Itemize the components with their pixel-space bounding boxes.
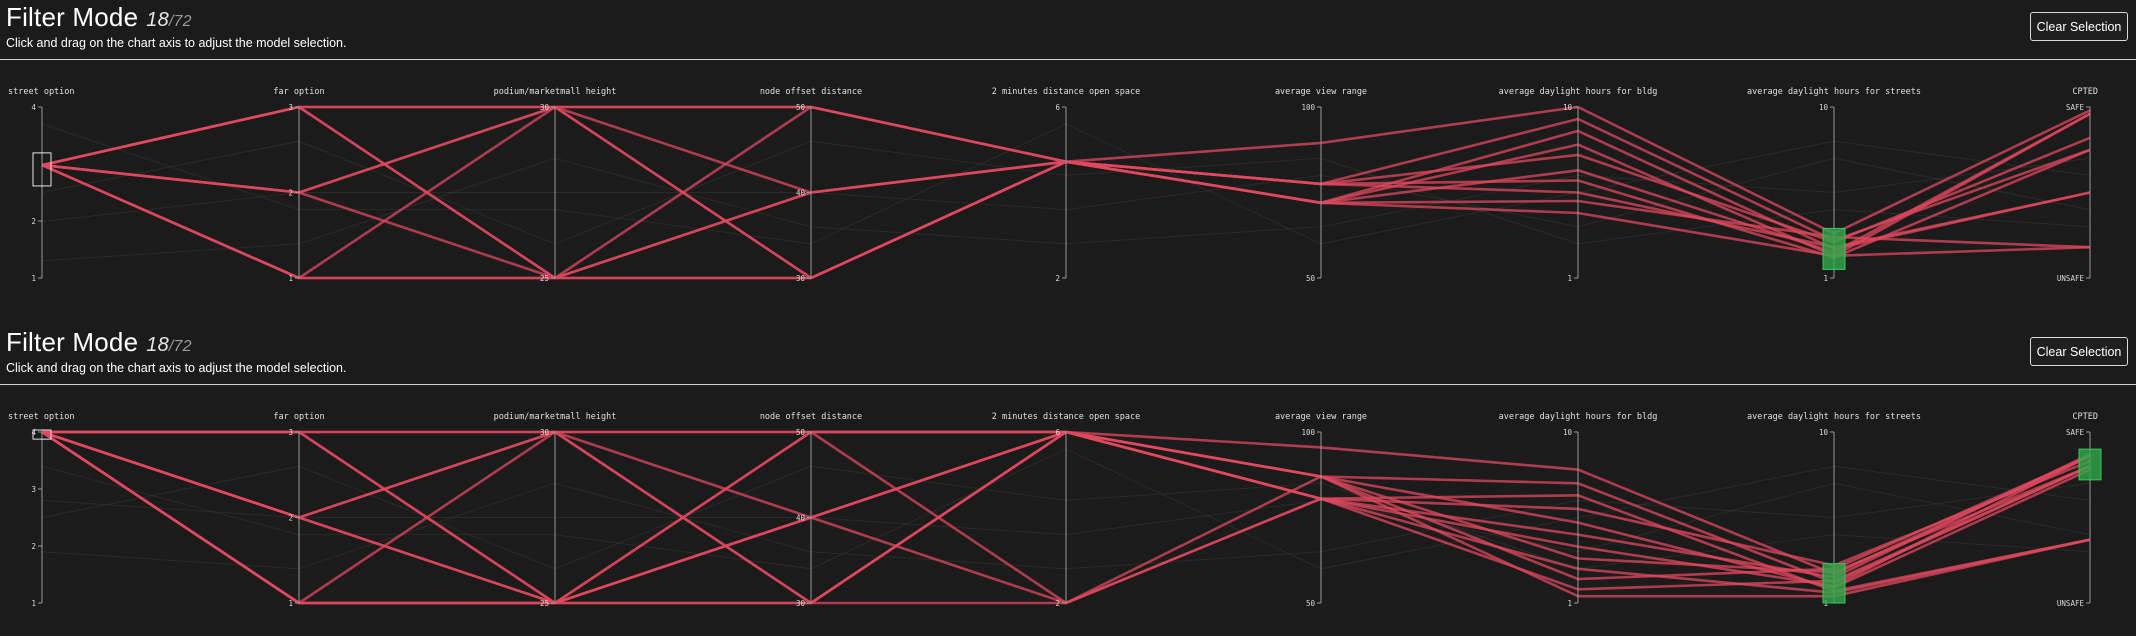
tick-label: 10 [1563,428,1573,437]
axis-title: average view range [1275,412,1367,422]
tick-label: 2 [1055,274,1060,283]
axis-title: CPTED [2072,412,2098,422]
axis-title: podium/marketmall height [494,87,617,97]
axis[interactable]: street option 4 1 2 [8,87,75,283]
parallel-coordinates-chart[interactable]: street option 4 1 3 2 far option 3 1 2 podium/mar… [0,405,2136,610]
tick-label: 1 [288,274,293,283]
tick-label: 100 [1301,428,1315,437]
tick-label: 30 [540,103,550,112]
selection-count: 18/72 [146,334,192,356]
axis-title: far option [273,87,324,97]
axis[interactable]: far option 3 1 2 [273,87,324,283]
axis-title: average daylight hours for bldg [1499,412,1658,422]
panel-title: Filter Mode 18/72 [6,327,192,358]
selection-count: 18/72 [146,9,192,31]
axis[interactable]: CPTED SAFE UNSAFE [2057,412,2098,608]
tick-label: 40 [796,514,806,523]
tick-label: 2 [288,189,293,198]
axis-title: average daylight hours for bldg [1499,87,1658,97]
axis-title: node offset distance [760,412,862,422]
tick-label: UNSAFE [2057,599,2085,608]
tick-label: SAFE [2066,103,2085,112]
tick-label: 2 [288,514,293,523]
tick-label: 10 [1819,103,1829,112]
axis-brush[interactable] [2078,448,2102,481]
tick-label: 3 [31,485,36,494]
divider [0,384,2136,385]
axis-title: podium/marketmall height [494,412,617,422]
axis-title: average daylight hours for streets [1747,87,1921,97]
tick-label: SAFE [2066,428,2085,437]
selected-count: 18 [146,9,169,31]
tick-label: 6 [1055,428,1060,437]
tick-label: 50 [1306,599,1316,608]
tick-label: 3 [288,103,293,112]
tick-label: 10 [1563,103,1573,112]
axis-title: 2 minutes distance open space [992,87,1140,97]
tick-label: 30 [796,274,806,283]
tick-label: 3 [288,428,293,437]
tick-label: 4 [31,428,36,437]
tick-label: 1 [31,599,36,608]
divider [0,59,2136,60]
axis-title: 2 minutes distance open space [992,412,1140,422]
tick-label: 6 [1055,103,1060,112]
tick-label: 4 [31,103,36,112]
filter-panel-1: Filter Mode 18/72 Click and drag on the c… [0,0,2136,318]
panel-title-text: Filter Mode [6,2,139,32]
selected-count: 18 [146,334,169,356]
axis-title: street option [8,412,75,422]
tick-label: 1 [1567,274,1572,283]
axis[interactable]: street option 4 1 3 2 [8,412,75,608]
tick-label: 1 [1567,599,1572,608]
tick-label: 30 [796,599,806,608]
axis-title: average daylight hours for streets [1747,412,1921,422]
axis[interactable]: average daylight hours for bldg 10 1 [1499,412,1658,608]
panel-title-text: Filter Mode [6,327,139,357]
tick-label: UNSAFE [2057,274,2085,283]
axis-title: street option [8,87,75,97]
tick-label: 2 [31,542,36,551]
instruction-text: Click and drag on the chart axis to adju… [6,36,347,50]
axis[interactable]: podium/marketmall height 30 25 [494,87,617,283]
axis[interactable]: far option 3 1 2 [273,412,324,608]
axis-brush[interactable] [1822,227,1846,270]
tick-label: 25 [540,274,549,283]
tick-label: 1 [1823,274,1828,283]
clear-selection-button[interactable]: Clear Selection [2030,12,2128,41]
axis-title: far option [273,412,324,422]
tick-label: 1 [288,599,293,608]
tick-label: 50 [1306,274,1316,283]
axis[interactable]: average daylight hours for bldg 10 1 [1499,87,1658,283]
instruction-text: Click and drag on the chart axis to adju… [6,361,347,375]
axis[interactable]: podium/marketmall height 30 25 [494,412,617,608]
total-count: /72 [168,338,192,355]
tick-label: 2 [1055,599,1060,608]
axis-title: CPTED [2072,87,2098,97]
tick-label: 25 [540,599,549,608]
tick-label: 30 [540,428,550,437]
tick-label: 10 [1819,428,1829,437]
axis-title: average view range [1275,87,1367,97]
panel-title: Filter Mode 18/72 [6,2,192,33]
total-count: /72 [168,13,192,30]
tick-label: 2 [31,217,36,226]
tick-label: 50 [796,103,806,112]
tick-label: 40 [796,189,806,198]
tick-label: 1 [31,274,36,283]
axis-title: node offset distance [760,87,862,97]
tick-label: 100 [1301,103,1315,112]
filter-panel-2: Filter Mode 18/72 Click and drag on the c… [0,325,2136,636]
parallel-coordinates-chart[interactable]: street option 4 1 2 far option 3 1 2 podium/mark… [0,80,2136,285]
clear-selection-button[interactable]: Clear Selection [2030,337,2128,366]
tick-label: 50 [796,428,806,437]
axis-brush[interactable] [1822,563,1846,604]
